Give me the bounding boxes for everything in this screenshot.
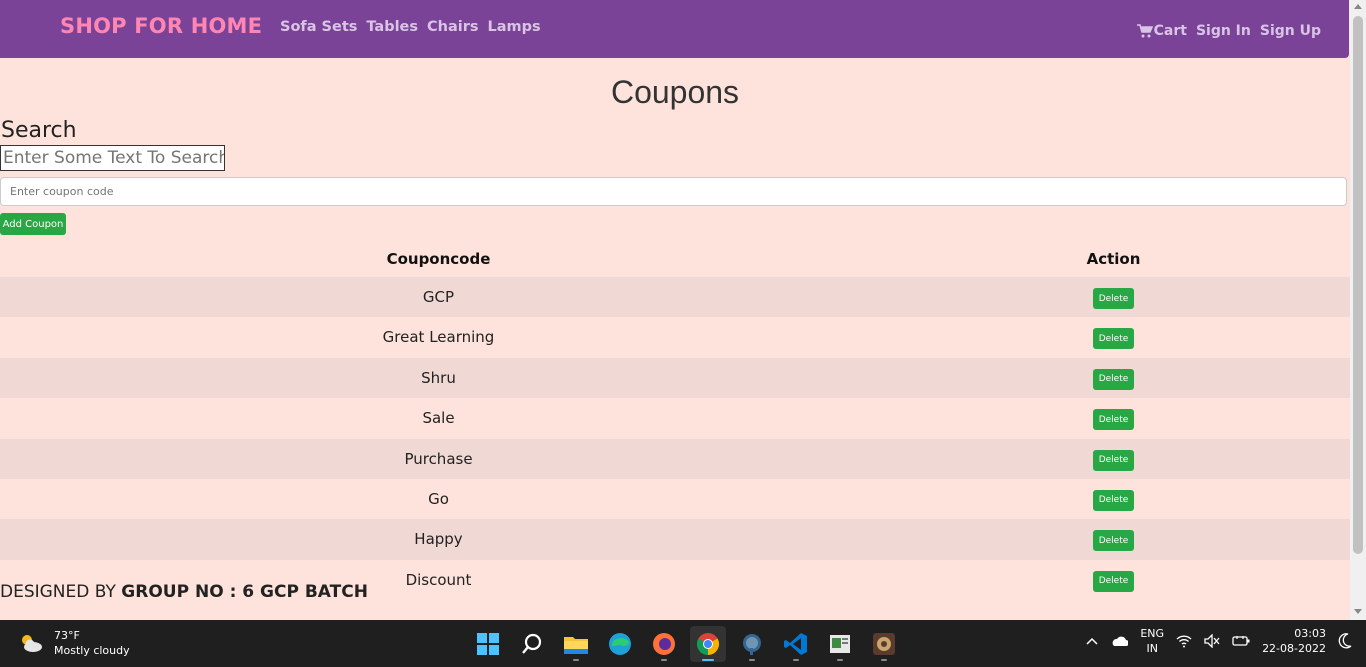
language-indicator[interactable]: ENG IN (1140, 626, 1164, 656)
chevron-up-icon[interactable] (1086, 637, 1098, 645)
footer-prefix: DESIGNED BY (0, 582, 122, 602)
vscode-button[interactable] (778, 626, 814, 662)
table-row: Go Delete (0, 479, 1350, 519)
table-row: Sale Delete (0, 398, 1350, 438)
clock[interactable]: 03:03 22-08-2022 (1262, 626, 1326, 656)
add-coupon-button[interactable]: Add Coupon (0, 213, 66, 235)
onedrive-cloud-icon[interactable] (1110, 635, 1129, 647)
delete-button[interactable]: Delete (1093, 449, 1134, 471)
start-button[interactable] (470, 626, 506, 662)
taskbar: 73°F Mostly cloudy ENG IN 03:03 22-08-20… (0, 620, 1366, 667)
running-indicator (661, 659, 667, 661)
battery-icon[interactable] (1232, 635, 1250, 647)
nav-link-sofa-sets[interactable]: Sofa Sets (280, 19, 357, 35)
temperature: 73°F (54, 629, 80, 642)
taskbar-search-button[interactable] (514, 626, 550, 662)
coupon-code-cell: Purchase (404, 449, 473, 468)
running-indicator (881, 659, 887, 661)
nav-link-tables[interactable]: Tables (366, 19, 418, 35)
sign-in-link[interactable]: Sign In (1196, 23, 1251, 39)
firefox-icon (653, 633, 675, 655)
search-heading: Search (1, 118, 77, 143)
nav-right: Cart Sign In Sign Up (1136, 23, 1321, 39)
weather-widget[interactable]: 73°F Mostly cloudy (18, 628, 130, 658)
vertical-scrollbar[interactable] (1350, 0, 1366, 620)
coupon-code-cell: Go (428, 489, 449, 508)
language-code: ENG (1140, 627, 1165, 640)
file-explorer-button[interactable] (558, 626, 594, 662)
scroll-thumb[interactable] (1353, 16, 1363, 554)
folder-icon (564, 637, 588, 654)
cart-icon (1136, 24, 1153, 38)
coupon-code-cell: Great Learning (382, 328, 495, 347)
delete-button[interactable]: Delete (1093, 328, 1134, 350)
postgresql-elephant-icon (743, 634, 761, 655)
speaker-muted-icon[interactable] (1204, 634, 1220, 648)
running-indicator (749, 659, 755, 661)
chrome-icon (697, 633, 719, 655)
vscode-icon (784, 633, 807, 655)
partly-cloudy-icon (22, 635, 42, 652)
running-indicator (573, 659, 579, 661)
coupon-code-cell: Shru (421, 368, 456, 387)
firefox-button[interactable] (646, 626, 682, 662)
moon-icon[interactable] (1338, 633, 1352, 649)
nav-link-lamps[interactable]: Lamps (488, 19, 541, 35)
document-app-icon (830, 635, 850, 653)
clock-date: 22-08-2022 (1262, 642, 1326, 655)
clock-time: 03:03 (1294, 627, 1326, 640)
coupons-table: Couponcode Action GCP Delete Great Learn… (0, 243, 1350, 600)
chrome-button[interactable] (690, 626, 726, 662)
app-badge-icon (873, 633, 895, 655)
coupon-code-input[interactable] (0, 177, 1347, 206)
table-header: Couponcode Action (0, 243, 1350, 277)
table-row: Shru Delete (0, 357, 1350, 399)
sign-up-link[interactable]: Sign Up (1260, 23, 1321, 39)
delete-button[interactable]: Delete (1093, 489, 1134, 511)
coupon-code-cell: GCP (422, 288, 455, 306)
nav-links: Sofa Sets Tables Chairs Lamps (280, 19, 541, 35)
coupon-code-cell: Happy (414, 530, 463, 549)
browser-viewport: SHOP FOR HOME Sofa Sets Tables Chairs La… (0, 0, 1350, 620)
postgres-button[interactable] (734, 626, 770, 662)
delete-button[interactable]: Delete (1093, 530, 1134, 552)
region-code: IN (1146, 642, 1158, 655)
delete-button[interactable]: Delete (1093, 368, 1134, 390)
search-input[interactable] (0, 145, 225, 171)
delete-button[interactable]: Delete (1093, 570, 1134, 592)
windows-logo-icon (477, 633, 499, 655)
table-row: Purchase Delete (0, 438, 1350, 479)
scroll-down-arrow-icon[interactable] (1354, 609, 1362, 614)
app-button[interactable] (866, 626, 902, 662)
delete-button[interactable]: Delete (1093, 409, 1134, 431)
edge-button[interactable] (602, 626, 638, 662)
header-action: Action (1086, 250, 1141, 268)
running-indicator (793, 659, 799, 661)
running-indicator (702, 659, 714, 661)
running-indicator (837, 659, 843, 661)
edge-browser-icon (609, 633, 631, 655)
cart-link[interactable]: Cart (1136, 23, 1187, 39)
footer-credit: DESIGNED BY GROUP NO : 6 GCP BATCH (0, 582, 368, 602)
footer-group: GROUP NO : 6 GCP BATCH (121, 582, 368, 602)
table-row: GCP Delete (0, 277, 1350, 318)
wifi-icon[interactable] (1176, 634, 1192, 648)
cart-label: Cart (1153, 23, 1187, 39)
delete-button[interactable]: Delete (1093, 288, 1134, 309)
system-tray: ENG IN 03:03 22-08-2022 (1086, 626, 1352, 656)
coupon-code-cell: Sale (422, 409, 455, 428)
taskbar-apps (470, 626, 902, 662)
weather-condition: Mostly cloudy (54, 644, 130, 657)
scroll-up-arrow-icon[interactable] (1354, 4, 1362, 9)
header-couponcode: Couponcode (386, 250, 491, 268)
nav-link-chairs[interactable]: Chairs (427, 19, 479, 35)
brand-logo[interactable]: SHOP FOR HOME (60, 14, 262, 38)
search-icon (522, 633, 542, 654)
navbar: SHOP FOR HOME Sofa Sets Tables Chairs La… (0, 0, 1349, 58)
table-row: Great Learning Delete (0, 317, 1350, 357)
notepad-button[interactable] (822, 626, 858, 662)
page-title: Coupons (610, 74, 740, 110)
table-row: Happy Delete (0, 519, 1350, 560)
